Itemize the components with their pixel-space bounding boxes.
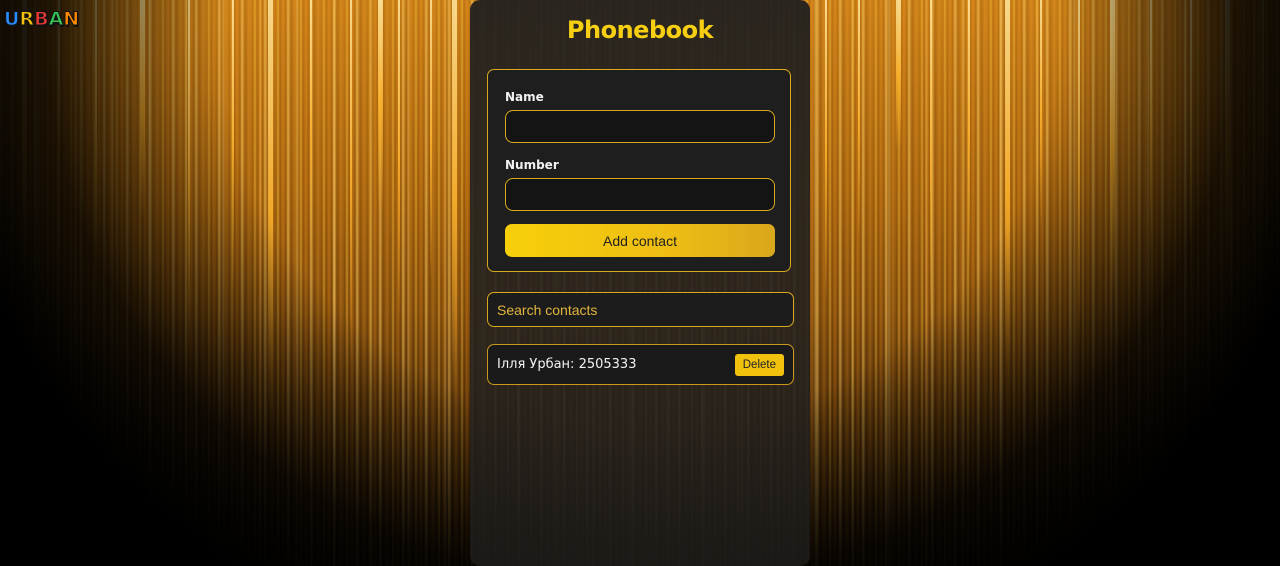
add-contact-button[interactable]: Add contact	[505, 224, 775, 257]
logo-letter: U	[3, 8, 20, 31]
urban-logo[interactable]: U R B A N	[3, 8, 80, 31]
search-input[interactable]	[487, 292, 794, 327]
page-title: Phonebook	[566, 16, 714, 44]
logo-letter: A	[48, 8, 64, 31]
logo-letter: B	[34, 8, 50, 31]
add-contact-form: Name Number Add contact	[487, 69, 791, 272]
number-label: Number	[505, 158, 559, 172]
logo-letter: R	[19, 8, 35, 31]
logo-letter: N	[63, 8, 80, 31]
name-label: Name	[505, 90, 544, 104]
number-input[interactable]	[505, 178, 775, 211]
contact-text: Ілля Урбан: 2505333	[497, 357, 637, 372]
delete-contact-button[interactable]: Delete	[734, 354, 784, 376]
contact-list-item: Ілля Урбан: 2505333 Delete	[487, 344, 794, 385]
name-input[interactable]	[505, 110, 775, 143]
page-background: U R B A N Phonebook Name Number Add cont…	[0, 0, 1280, 566]
